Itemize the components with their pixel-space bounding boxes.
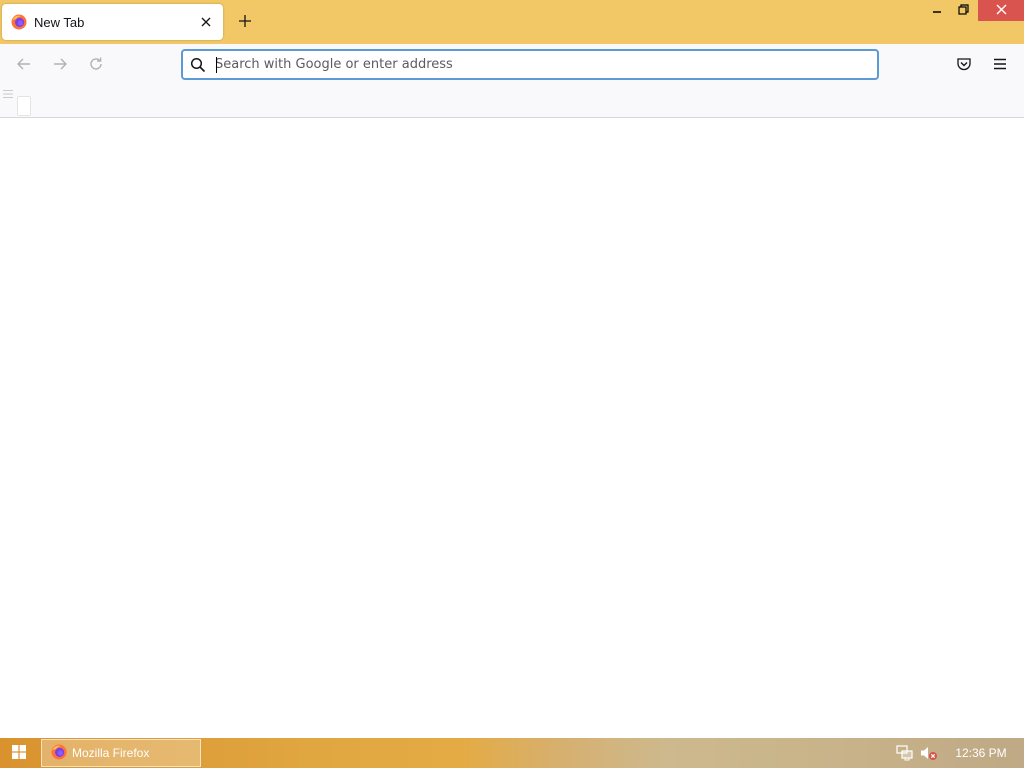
start-button[interactable] (0, 738, 38, 768)
taskbar-item-label: Mozilla Firefox (72, 746, 150, 760)
bookmarks-menu-icon[interactable] (2, 87, 14, 98)
minimize-icon (932, 3, 942, 18)
reload-icon (88, 56, 104, 75)
taskbar: Mozilla Firefox 12:36 PM (0, 738, 1024, 768)
back-button[interactable] (12, 53, 36, 77)
address-input[interactable] (215, 53, 855, 76)
address-bar[interactable] (181, 49, 879, 80)
search-icon (189, 56, 207, 74)
taskbar-item-firefox[interactable]: Mozilla Firefox (41, 739, 201, 767)
bookmarks-toolbar (0, 86, 1024, 118)
bookmark-placeholder (17, 96, 31, 116)
forward-arrow-icon (52, 56, 68, 75)
firefox-icon (51, 744, 67, 763)
navigation-toolbar (0, 44, 1024, 86)
new-tab-button[interactable] (234, 11, 256, 33)
back-arrow-icon (16, 56, 32, 75)
hamburger-menu-icon (992, 56, 1008, 75)
windows-start-icon (12, 744, 26, 762)
firefox-icon (11, 14, 27, 30)
title-bar: New Tab (0, 0, 1024, 44)
text-caret (216, 57, 217, 73)
tab-new-tab[interactable]: New Tab (2, 4, 223, 40)
forward-button[interactable] (48, 53, 72, 77)
close-icon[interactable] (197, 13, 215, 31)
restore-button[interactable] (950, 0, 976, 21)
reload-button[interactable] (84, 53, 108, 77)
tab-title: New Tab (34, 14, 85, 30)
pocket-button[interactable] (952, 53, 976, 77)
app-menu-button[interactable] (988, 53, 1012, 77)
volume-muted-icon[interactable] (920, 744, 938, 762)
window-close-button[interactable] (978, 0, 1024, 21)
network-icon[interactable] (896, 744, 914, 762)
taskbar-clock[interactable]: 12:36 PM (950, 738, 1012, 768)
pocket-icon (956, 56, 972, 75)
restore-icon (957, 3, 969, 18)
minimize-button[interactable] (924, 0, 950, 21)
close-icon (996, 3, 1007, 18)
page-content (0, 119, 1024, 738)
plus-icon (238, 14, 252, 31)
